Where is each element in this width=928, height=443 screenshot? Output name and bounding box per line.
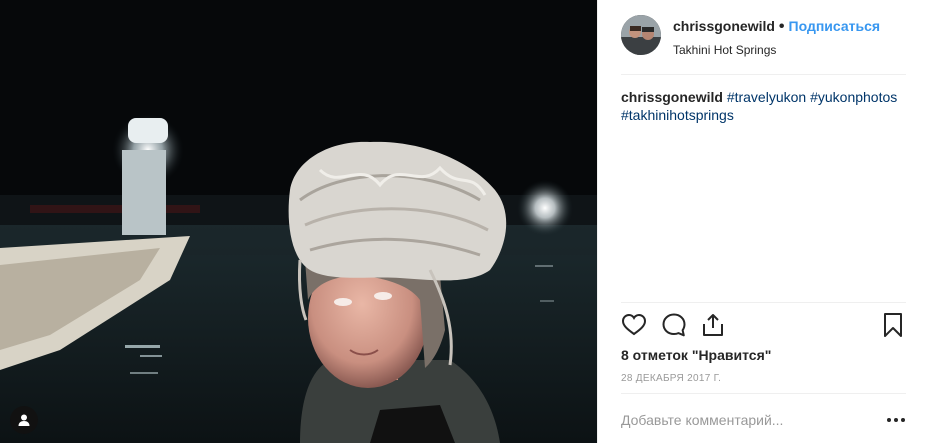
- username-link[interactable]: chrissgonewild: [673, 18, 775, 34]
- hashtag-link[interactable]: #travelyukon: [727, 89, 806, 105]
- comment-input[interactable]: Добавьте комментарий...: [621, 412, 871, 428]
- heart-icon[interactable]: [621, 312, 647, 338]
- post-caption: chrissgonewild #travelyukon #yukonphotos…: [621, 88, 906, 124]
- post-container: chrissgonewild • Подписаться Takhini Hot S…: [0, 0, 928, 443]
- hashtag-link[interactable]: #yukonphotos: [810, 89, 897, 105]
- divider: [621, 74, 906, 75]
- user-tag-icon[interactable]: [10, 406, 38, 434]
- location-link[interactable]: Takhini Hot Springs: [673, 43, 880, 57]
- post-date[interactable]: 28 декабря 2017 г.: [621, 373, 721, 384]
- post-header: chrissgonewild • Подписаться Takhini Hot S…: [621, 15, 880, 57]
- action-bar: [621, 312, 906, 340]
- follow-button[interactable]: Подписаться: [789, 18, 881, 34]
- header-separator: •: [778, 18, 785, 35]
- share-icon[interactable]: [700, 312, 726, 338]
- user-silhouette-icon: [18, 414, 30, 426]
- divider: [621, 393, 906, 394]
- more-options-icon[interactable]: [886, 412, 906, 428]
- comment-bubble-icon[interactable]: [661, 312, 687, 338]
- hashtag-link[interactable]: #takhinihotsprings: [621, 107, 734, 123]
- header-top-line: chrissgonewild • Подписаться: [673, 18, 880, 36]
- header-text: chrissgonewild • Подписаться Takhini Hot S…: [673, 15, 880, 57]
- post-side-panel: chrissgonewild • Подписаться Takhini Hot S…: [597, 0, 928, 443]
- likes-count[interactable]: 8 отметок "Нравится": [621, 347, 771, 363]
- photo-image: [0, 0, 597, 443]
- caption-username-link[interactable]: chrissgonewild: [621, 89, 723, 105]
- avatar[interactable]: [621, 15, 661, 55]
- bookmark-icon[interactable]: [880, 312, 906, 338]
- avatar-image: [621, 15, 661, 55]
- divider: [621, 302, 906, 303]
- post-photo[interactable]: [0, 0, 597, 443]
